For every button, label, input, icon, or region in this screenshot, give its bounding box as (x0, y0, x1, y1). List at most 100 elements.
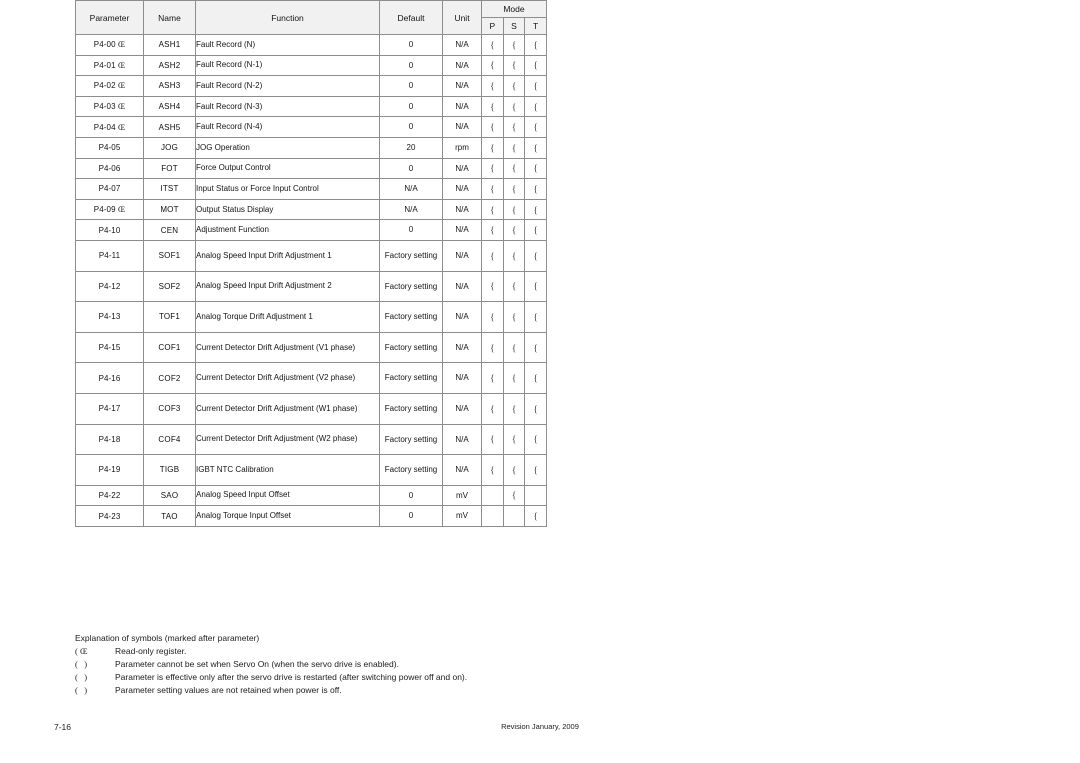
cell-name: COF4 (143, 423, 196, 456)
cell-default: N/A (379, 198, 443, 221)
readonly-marker-icon: Œ (117, 60, 126, 70)
cell-mode-t: { (524, 34, 547, 56)
cell-parameter: P4-18 (75, 423, 144, 456)
cell-parameter: P4-00 Œ (75, 34, 144, 56)
cell-default: Factory setting (379, 239, 443, 272)
cell-parameter: P4-03 Œ (75, 95, 144, 118)
symbol-explanation-item: ( ) Parameter is effective only after the… (75, 673, 775, 682)
cell-function: Fault Record (N-3) (195, 95, 380, 118)
cell-unit: N/A (442, 157, 482, 180)
cell-mode-t: { (524, 198, 547, 221)
column-header-parameter: Parameter (75, 0, 144, 35)
cell-name: TIGB (143, 454, 196, 486)
cell-parameter: P4-04 Œ (75, 116, 144, 138)
cell-name: COF3 (143, 392, 196, 425)
cell-function: Current Detector Drift Adjustment (W2 ph… (195, 423, 380, 456)
cell-function: Fault Record (N-1) (195, 54, 380, 77)
cell-default: Factory setting (379, 362, 443, 394)
cell-mode-s: { (502, 484, 526, 507)
cell-mode-s: { (502, 423, 526, 456)
cell-mode-t: { (524, 331, 547, 364)
revision-label: Revision January, 2009 (501, 722, 579, 731)
table-row: P4-02 Œ ASH3 Fault Record (N-2) 0 N/A{{{ (75, 75, 547, 97)
table-row: P4-22 SAO Analog Speed Input Offset 0 mV { (75, 484, 547, 507)
cell-parameter: P4-06 (75, 157, 144, 180)
cell-function: Analog Torque Drift Adjustment 1 (195, 301, 380, 333)
cell-name: SOF2 (143, 270, 196, 303)
column-header-name: Name (143, 0, 196, 35)
cell-mode-s: { (502, 34, 526, 56)
cell-unit: N/A (442, 392, 482, 425)
cell-mode-t: { (524, 54, 547, 77)
cell-parameter: P4-02 Œ (75, 75, 144, 97)
cell-function: Input Status or Force Input Control (195, 178, 380, 200)
table-row: P4-10 CEN Adjustment Function 0 N/A{{{ (75, 219, 547, 241)
cell-name: ASH3 (143, 75, 196, 97)
symbol-description: Read-only register. (115, 646, 187, 656)
cell-mode-s: { (502, 454, 526, 486)
cell-function: Current Detector Drift Adjustment (V2 ph… (195, 362, 380, 394)
cell-mode-p: { (481, 54, 504, 77)
cell-name: CEN (143, 219, 196, 241)
cell-function: Analog Speed Input Drift Adjustment 2 (195, 270, 380, 303)
cell-default: 0 (379, 34, 443, 56)
cell-mode-t: { (524, 95, 547, 118)
cell-mode-p (481, 505, 504, 527)
cell-function: Output Status Display (195, 198, 380, 221)
cell-mode-s: { (502, 239, 526, 272)
symbol-explanation-item: ( ) Parameter setting values are not reta… (75, 686, 775, 695)
cell-mode-t: { (524, 219, 547, 241)
column-header-mode-t: T (524, 17, 547, 35)
cell-mode-p: { (481, 270, 504, 303)
cell-mode-p: { (481, 34, 504, 56)
cell-mode-t: { (524, 75, 547, 97)
cell-parameter: P4-12 (75, 270, 144, 303)
symbol-description: Parameter is effective only after the se… (115, 672, 468, 682)
symbol-explanation-item: ( ) Parameter cannot be set when Servo On… (75, 660, 775, 669)
cell-mode-s: { (502, 157, 526, 180)
cell-mode-s: { (502, 198, 526, 221)
table-row: P4-04 Œ ASH5 Fault Record (N-4) 0 N/A{{{ (75, 116, 547, 138)
cell-mode-s: { (502, 270, 526, 303)
cell-parameter: P4-17 (75, 392, 144, 425)
symbol-glyph: ( ) (75, 685, 88, 695)
cell-mode-p: { (481, 423, 504, 456)
cell-parameter: P4-16 (75, 362, 144, 394)
cell-mode-s: { (502, 75, 526, 97)
cell-default: Factory setting (379, 331, 443, 364)
cell-mode-s: { (502, 116, 526, 138)
cell-mode-t: { (524, 454, 547, 486)
column-header-default: Default (379, 0, 443, 35)
cell-mode-p: { (481, 75, 504, 97)
cell-name: COF1 (143, 331, 196, 364)
cell-default: 0 (379, 95, 443, 118)
column-header-mode-s: S (502, 17, 526, 35)
cell-default: 20 (379, 136, 443, 159)
table-row: P4-05 JOG JOG Operation 20 rpm{{{ (75, 136, 547, 159)
cell-mode-p: { (481, 95, 504, 118)
cell-mode-p: { (481, 198, 504, 221)
cell-unit: N/A (442, 239, 482, 272)
cell-function: JOG Operation (195, 136, 380, 159)
cell-unit: N/A (442, 423, 482, 456)
table-row: P4-00 Œ ASH1 Fault Record (N) 0 N/A{{{ (75, 34, 547, 56)
cell-name: ASH2 (143, 54, 196, 77)
cell-default: 0 (379, 505, 443, 527)
cell-default: Factory setting (379, 454, 443, 486)
table-row: P4-18 COF4 Current Detector Drift Adjustme… (75, 423, 547, 456)
table-row: P4-07 ITST Input Status or Force Input Con… (75, 178, 547, 200)
cell-function: Analog Speed Input Offset (195, 484, 380, 507)
cell-mode-t: { (524, 136, 547, 159)
cell-default: 0 (379, 116, 443, 138)
cell-parameter: P4-11 (75, 239, 144, 272)
column-header-function: Function (195, 0, 380, 35)
symbol-glyph: ( Œ (75, 646, 88, 656)
cell-default: Factory setting (379, 392, 443, 425)
cell-default: 0 (379, 484, 443, 507)
cell-mode-p: { (481, 219, 504, 241)
cell-mode-p: { (481, 116, 504, 138)
cell-mode-t: { (524, 423, 547, 456)
cell-mode-t: { (524, 505, 547, 527)
cell-unit: N/A (442, 219, 482, 241)
cell-unit: mV (442, 484, 482, 507)
